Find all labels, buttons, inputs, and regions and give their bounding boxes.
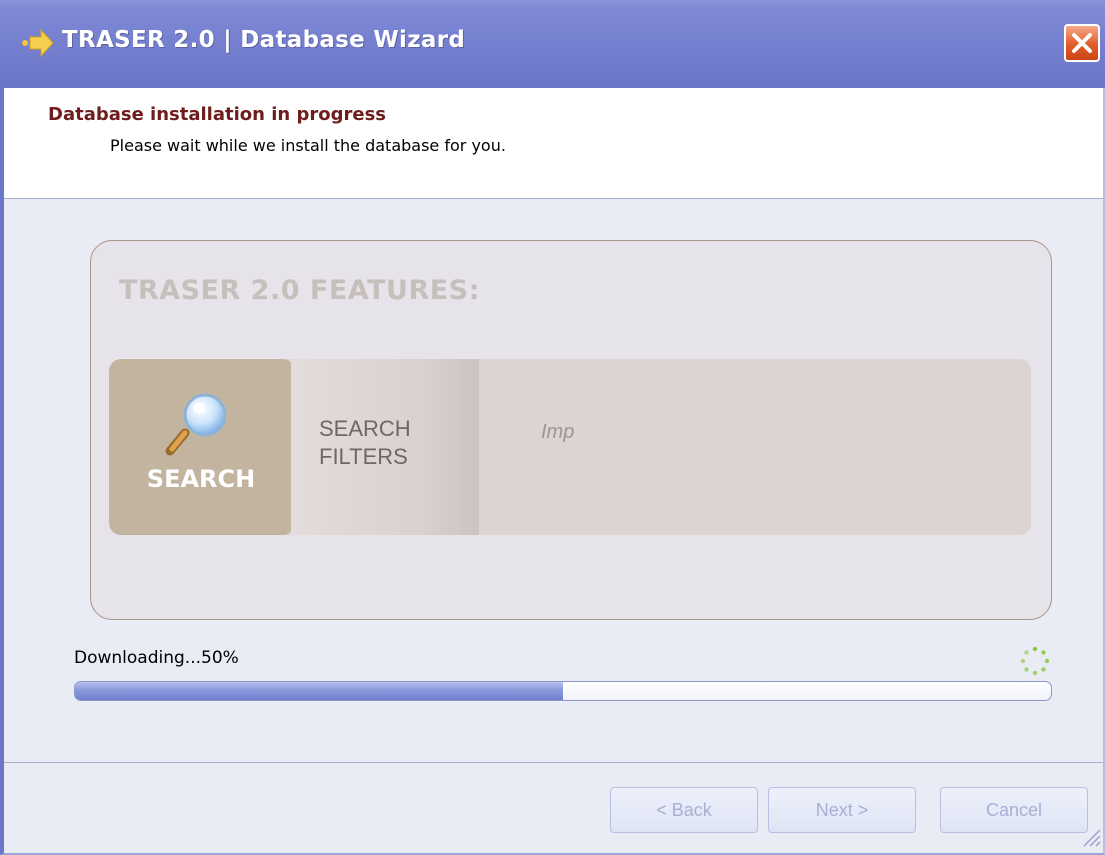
close-button[interactable] — [1064, 24, 1100, 62]
magnifier-icon — [165, 393, 227, 456]
progress-status-text: Downloading...50% — [74, 648, 239, 668]
window-title: TRASER 2.0 | Database Wizard — [62, 27, 466, 53]
feature-tile-label: SEARCH — [146, 465, 256, 493]
loading-spinner-icon — [1020, 646, 1050, 676]
progress-bar — [74, 681, 1052, 701]
next-button[interactable]: Next > — [768, 787, 916, 833]
step-subtitle: Please wait while we install the databas… — [110, 136, 506, 155]
feature-tile-label: Imp — [541, 421, 575, 443]
wizard-window: TRASER 2.0 | Database Wizard Database in… — [0, 0, 1105, 855]
step-title: Database installation in progress — [48, 104, 386, 125]
wizard-header: Database installation in progress Please… — [4, 88, 1103, 199]
feature-carousel: SEARCH SEARCH FILTERS Imp — [109, 359, 1031, 535]
feature-tile-imp[interactable]: Imp — [479, 359, 1031, 535]
close-icon — [1072, 33, 1092, 53]
features-heading: TRASER 2.0 FEATURES: — [119, 275, 480, 306]
feature-tile-label-text: SEARCH FILTERS — [319, 416, 411, 469]
feature-tile-label: SEARCH FILTERS — [319, 415, 469, 471]
cancel-button[interactable]: Cancel — [940, 787, 1088, 833]
title-bar[interactable]: TRASER 2.0 | Database Wizard — [0, 0, 1105, 88]
progress-bar-fill — [75, 682, 563, 700]
footer-divider — [4, 762, 1103, 763]
arrow-icon — [22, 28, 54, 58]
features-panel: TRASER 2.0 FEATURES: SEARCH SEARCH FILTE… — [90, 240, 1052, 620]
resize-grip-icon[interactable] — [1078, 824, 1102, 848]
back-button[interactable]: < Back — [610, 787, 758, 833]
feature-tile-search-filters[interactable]: SEARCH FILTERS — [291, 359, 479, 535]
feature-tile-search[interactable]: SEARCH — [109, 359, 293, 535]
